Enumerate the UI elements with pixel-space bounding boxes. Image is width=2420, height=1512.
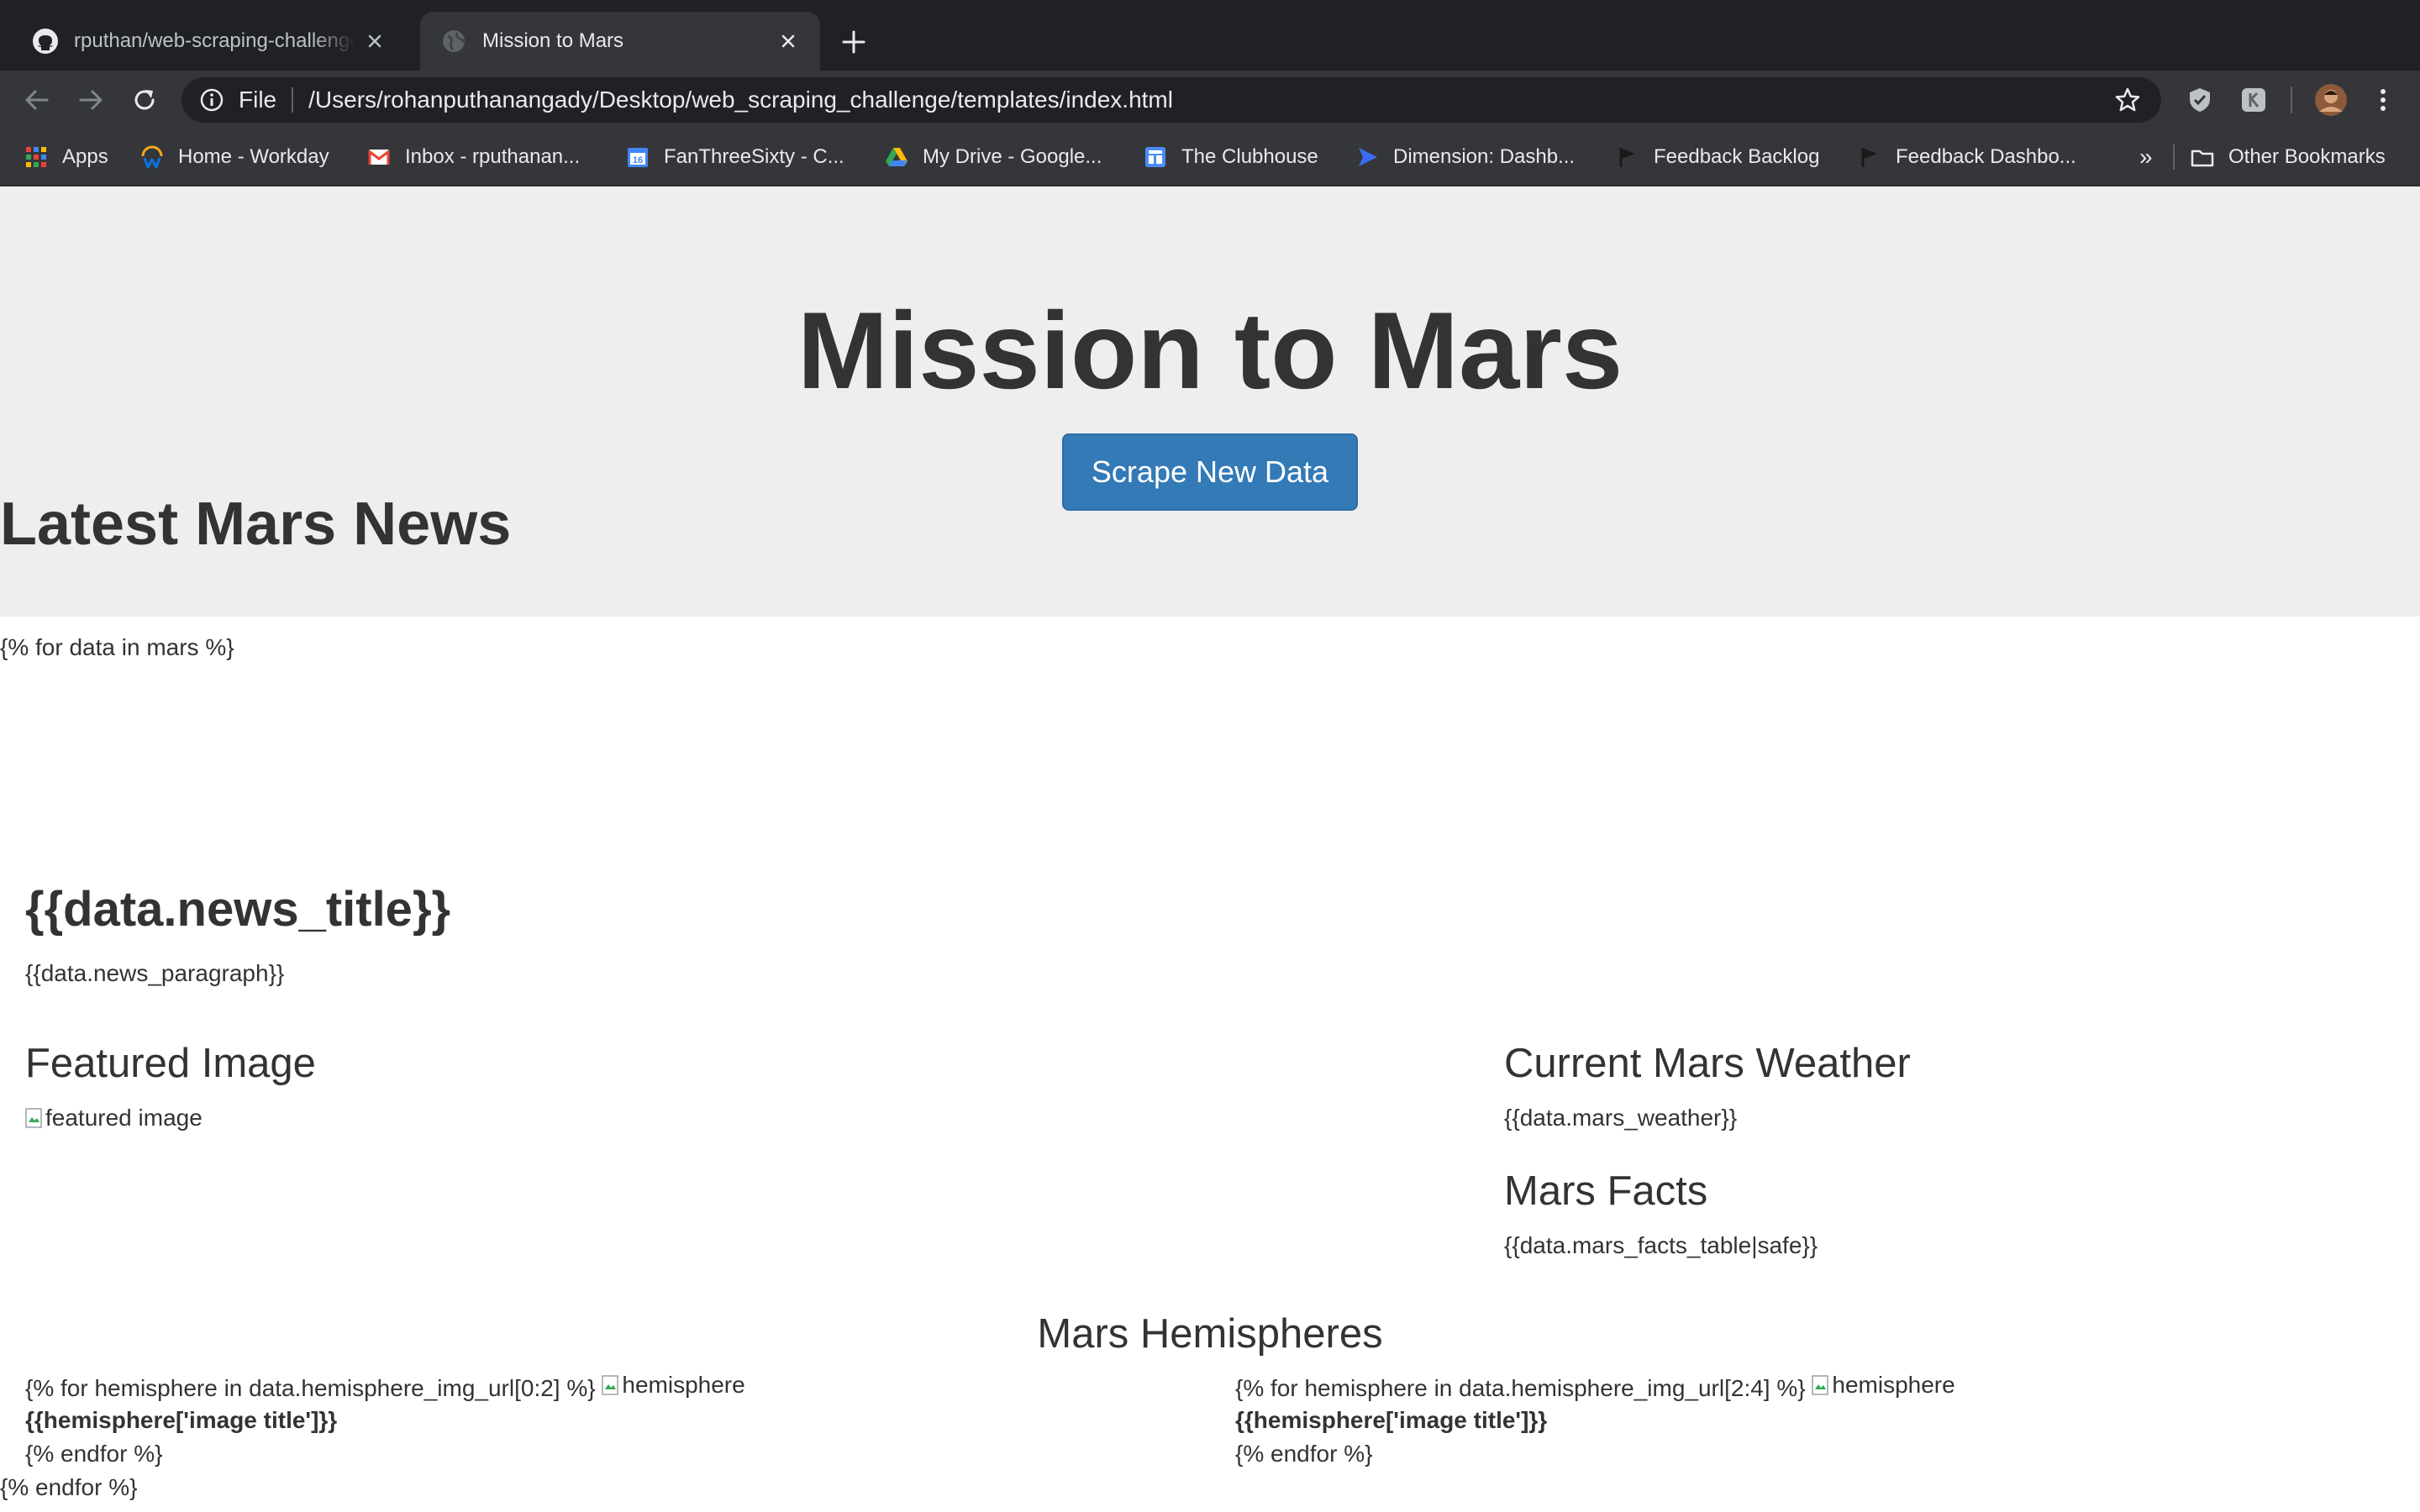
page-title: Mission to Mars — [797, 289, 1623, 412]
news-title: {{data.news_title}} — [25, 882, 451, 937]
broken-image-icon — [1812, 1375, 1829, 1395]
dimension-icon — [1359, 148, 1377, 166]
hemisphere-loop-text: {% for hemisphere in data.hemisphere_img… — [25, 1374, 596, 1401]
featured-image: featured image — [25, 1104, 203, 1132]
tab-strip: rputhan/web-scraping-challenge Mission t… — [0, 0, 2420, 71]
back-arrow-icon[interactable] — [22, 85, 52, 115]
mars-weather-value: {{data.mars_weather}} — [1504, 1105, 1738, 1131]
bookmark-inbox[interactable]: Inbox - rputhanan... — [366, 129, 580, 185]
flag-icon — [1619, 148, 1635, 167]
divider — [2173, 144, 2175, 170]
mars-facts-heading: Mars Facts — [1504, 1168, 1708, 1214]
flag-icon — [1861, 148, 1877, 167]
divider — [292, 87, 294, 113]
bookmark-workday[interactable]: Home - Workday — [139, 129, 329, 185]
new-tab-plus-icon[interactable] — [839, 27, 869, 57]
image-alt-text: hemisphere — [622, 1372, 745, 1398]
bookmark-my-drive[interactable]: My Drive - Google... — [884, 129, 1102, 185]
tab-mission-to-mars[interactable]: Mission to Mars — [420, 12, 820, 71]
menu-kebab-icon[interactable] — [2368, 85, 2398, 115]
bookmark-label: Dimension: Dashb... — [1393, 145, 1576, 168]
gmail-icon — [368, 150, 390, 165]
profile-avatar-icon[interactable] — [2314, 83, 2348, 117]
google-drive-icon — [886, 148, 908, 166]
calendar-day-text: 16 — [633, 155, 643, 165]
bookmark-label: FanThreeSixty - C... — [664, 145, 844, 168]
bookmarks-overflow-chevron[interactable]: » — [2139, 129, 2153, 185]
hemisphere-image: hemisphere — [1812, 1371, 1955, 1399]
close-icon[interactable] — [776, 29, 800, 53]
reload-icon[interactable] — [129, 85, 160, 115]
mars-facts-value: {{data.mars_facts_table|safe}} — [1504, 1232, 1818, 1258]
bookmark-label: Feedback Dashbo... — [1896, 145, 2076, 168]
news-paragraph: {{data.news_paragraph}} — [25, 960, 285, 986]
bookmark-apps[interactable]: Apps — [24, 129, 108, 185]
url-text[interactable]: /Users/rohanputhanangady/Desktop/web_scr… — [308, 87, 1173, 113]
bookmarks-bar: Apps Home - Workday Inbox - rputhanan...… — [0, 129, 2420, 186]
url-scheme-label: File — [239, 87, 277, 113]
hemisphere-loop-end: {% endfor %} — [1235, 1441, 1373, 1467]
hemisphere-loop-start: {% for hemisphere in data.hemisphere_img… — [1235, 1371, 1955, 1402]
hemisphere-loop-end: {% endfor %} — [25, 1441, 163, 1467]
featured-image-heading: Featured Image — [25, 1041, 316, 1086]
mars-hemispheres-heading: Mars Hemispheres — [1037, 1311, 1383, 1357]
bookmark-dimension[interactable]: Dimension: Dashb... — [1355, 129, 1575, 185]
image-alt-text: hemisphere — [1832, 1372, 1955, 1398]
broken-image-icon — [602, 1375, 619, 1395]
latest-news-heading: Latest Mars News — [0, 491, 512, 558]
bookmark-fanthreesixty[interactable]: 16 FanThreeSixty - C... — [625, 129, 844, 185]
divider — [2291, 87, 2292, 113]
hemisphere-image: hemisphere — [602, 1371, 745, 1399]
bookmark-clubhouse[interactable]: The Clubhouse — [1143, 129, 1318, 185]
extension-icon[interactable] — [2238, 85, 2269, 115]
bookmark-label: The Clubhouse — [1181, 145, 1318, 168]
close-icon[interactable] — [363, 29, 387, 53]
image-alt-text: featured image — [45, 1105, 203, 1131]
bookmark-label: Home - Workday — [178, 145, 329, 168]
bookmark-label: My Drive - Google... — [923, 145, 1102, 168]
hemisphere-title: {{hemisphere['image title']}} — [25, 1407, 338, 1433]
calendar-icon: 16 — [628, 148, 648, 167]
divider — [0, 595, 2420, 596]
bookmark-feedback-dashboard[interactable]: Feedback Dashbo... — [1857, 129, 2076, 185]
tab-title: rputhan/web-scraping-challenge — [74, 29, 355, 52]
bookmark-label: Apps — [62, 145, 108, 168]
clubhouse-icon — [1145, 147, 1165, 167]
workday-icon — [141, 145, 163, 169]
bookmark-label: Other Bookmarks — [2228, 145, 2386, 168]
folder-icon — [2191, 150, 2214, 167]
address-bar[interactable]: File /Users/rohanputhanangady/Desktop/we… — [182, 77, 2161, 123]
tab-github[interactable]: rputhan/web-scraping-challenge — [12, 12, 407, 71]
apps-grid-icon — [26, 147, 46, 167]
tab-title: Mission to Mars — [482, 29, 624, 52]
shield-extension-icon[interactable] — [2185, 85, 2215, 115]
template-loop-start: {% for data in mars %} — [0, 634, 234, 660]
page-content: Mission to Mars Scrape New Data Latest M… — [0, 186, 2420, 1512]
bookmark-feedback-backlog[interactable]: Feedback Backlog — [1615, 129, 1819, 185]
forward-arrow-icon[interactable] — [76, 85, 106, 115]
hemisphere-loop-start: {% for hemisphere in data.hemisphere_img… — [25, 1371, 745, 1402]
info-icon[interactable] — [198, 87, 225, 113]
hemisphere-loop-text: {% for hemisphere in data.hemisphere_img… — [1235, 1374, 1806, 1401]
other-bookmarks[interactable]: Other Bookmarks — [2190, 129, 2386, 185]
hemisphere-title: {{hemisphere['image title']}} — [1235, 1407, 1548, 1433]
bookmark-star-icon[interactable] — [2114, 87, 2141, 113]
globe-icon — [443, 30, 466, 52]
template-loop-end: {% endfor %} — [0, 1474, 138, 1500]
broken-image-icon — [25, 1108, 42, 1128]
browser-toolbar: File /Users/rohanputhanangady/Desktop/we… — [0, 71, 2420, 129]
mars-weather-heading: Current Mars Weather — [1504, 1041, 1911, 1086]
bookmark-label: Inbox - rputhanan... — [405, 145, 581, 168]
bookmark-label: Feedback Backlog — [1654, 145, 1820, 168]
github-icon — [33, 29, 58, 54]
scrape-new-data-button[interactable]: Scrape New Data — [1062, 433, 1358, 511]
